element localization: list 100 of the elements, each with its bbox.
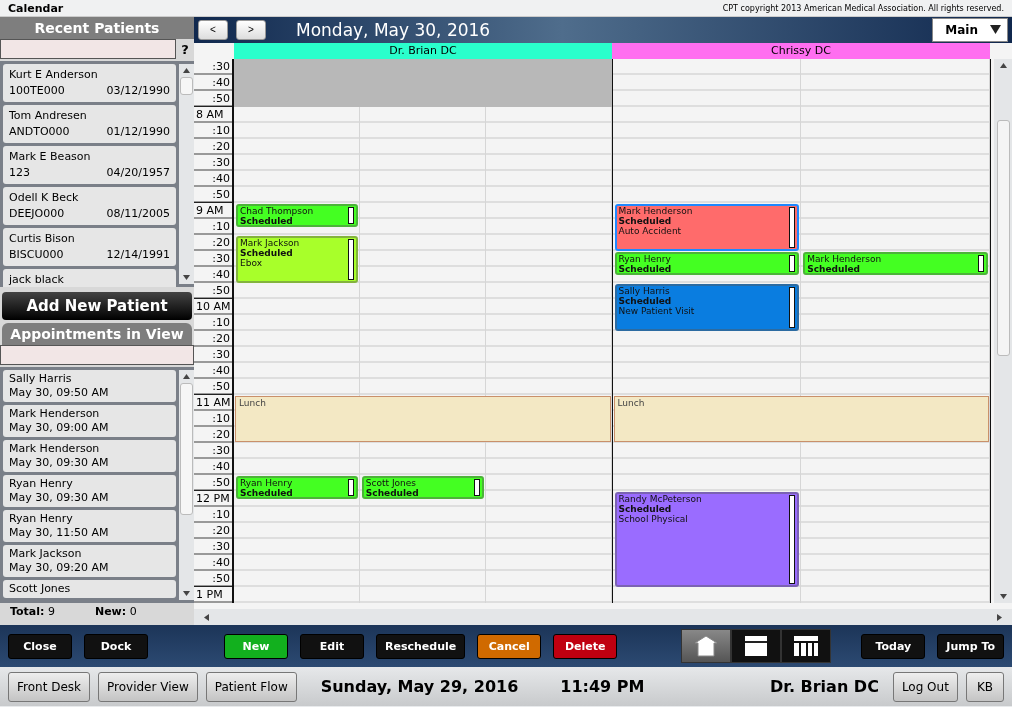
appointment-card[interactable]: Scott Jones [3, 580, 176, 598]
appointment-card[interactable]: Mark Henderson May 30, 09:30 AM [3, 440, 176, 472]
log-out-button[interactable]: Log Out [892, 671, 958, 702]
time-label: :30 [194, 155, 232, 172]
time-label: :30 [194, 539, 232, 556]
nav-button[interactable]: Provider View [98, 671, 198, 702]
scrollbar[interactable] [994, 59, 1012, 604]
time-label: 9 AM [194, 202, 232, 220]
toolbar-button[interactable]: Edit [300, 633, 364, 659]
appointment-block[interactable]: Scott Jones Scheduled [361, 476, 484, 500]
keyboard-button[interactable]: KB [965, 671, 1004, 702]
status-indicator [789, 255, 796, 273]
appointment-block[interactable]: Mark Henderson Scheduled Auto Accident [614, 204, 800, 252]
appointment-block[interactable]: Ryan Henry Scheduled [236, 476, 358, 500]
next-day-button[interactable]: > [236, 19, 266, 40]
nav-button[interactable]: Patient Flow [205, 671, 297, 702]
time-label: :50 [194, 91, 232, 108]
toolbar-button[interactable]: Jump To [937, 633, 1004, 659]
appointment-block[interactable]: Mark Jackson Scheduled Ebox [236, 236, 358, 284]
scroll-down-icon [999, 594, 1007, 600]
time-label: 12 PM [194, 490, 232, 508]
patient-card[interactable]: Odell K Beck DEEJO000 08/11/2005 [3, 187, 176, 225]
toolbar-button[interactable]: Close [8, 633, 72, 659]
toolbar-button[interactable]: Delete [553, 633, 618, 659]
current-date: Sunday, May 29, 2016 [320, 677, 519, 696]
time-label: :20 [194, 523, 232, 540]
scrollbar[interactable] [179, 370, 194, 600]
panel-header: Recent Patients [0, 17, 194, 39]
time-label: :50 [194, 379, 232, 396]
filter-field[interactable] [0, 345, 194, 365]
scroll-down-icon [183, 591, 190, 596]
status-indicator [347, 479, 354, 497]
time-label: :30 [194, 347, 232, 364]
status-indicator [347, 207, 354, 225]
time-label: :20 [194, 235, 232, 252]
patient-card[interactable]: jack black [3, 269, 176, 287]
time-label: :50 [194, 283, 232, 300]
patient-card[interactable]: Curtis Bison BISCU000 12/14/1991 [3, 228, 176, 266]
patient-card[interactable]: Mark E Beason 123 04/20/1957 [3, 146, 176, 184]
toolbar-button[interactable]: Cancel [477, 633, 542, 659]
toolbar-button[interactable]: Today [861, 633, 926, 659]
appointment-block[interactable]: Mark Henderson Scheduled [803, 252, 988, 276]
calendar-date: Monday, May 30, 2016 [296, 19, 491, 40]
time-label: :40 [194, 171, 232, 188]
scroll-up-icon [999, 63, 1007, 69]
scrollbar[interactable] [179, 64, 194, 284]
current-time: 11:49 PM [560, 677, 645, 696]
time-label: :50 [194, 187, 232, 204]
time-label: :40 [194, 267, 232, 284]
copyright-text: CPT copyright 2013 American Medical Association. All rights reserved. [722, 3, 1004, 13]
help-button[interactable]: ? [176, 39, 194, 59]
search-field[interactable] [0, 39, 176, 59]
scroll-thumb[interactable] [996, 120, 1010, 357]
scroll-thumb[interactable] [180, 77, 193, 95]
scroll-up-icon [183, 374, 190, 379]
time-label: :40 [194, 363, 232, 380]
status-indicator [789, 207, 796, 249]
patient-card[interactable]: Kurt E Anderson 100TE000 03/12/1990 [3, 64, 176, 102]
toolbar-button[interactable]: Reschedule [376, 633, 466, 659]
time-label: :20 [194, 331, 232, 348]
view-dropdown[interactable]: Main [932, 17, 1008, 42]
lunch-block: Lunch [235, 396, 611, 443]
total-count: Total: 9 [10, 605, 55, 618]
window-title: Calendar [8, 1, 64, 15]
appointment-card[interactable]: Sally Harris May 30, 09:50 AM [3, 370, 176, 402]
appointment-card[interactable]: Ryan Henry May 30, 09:30 AM [3, 475, 176, 507]
time-label: 1 PM [194, 586, 232, 604]
time-label: :50 [194, 571, 232, 588]
time-label: :10 [194, 507, 232, 524]
view-toggle[interactable] [681, 629, 732, 663]
time-label: :20 [194, 427, 232, 444]
patient-card[interactable]: Tom Andresen ANDTO000 01/12/1990 [3, 105, 176, 143]
horizontal-scrollbar[interactable] [194, 609, 1012, 625]
time-label: :40 [194, 75, 232, 92]
scroll-thumb[interactable] [180, 383, 193, 515]
appointment-block[interactable]: Sally Harris Scheduled New Patient Visit [614, 284, 800, 332]
time-label: :10 [194, 219, 232, 236]
scroll-up-icon [183, 68, 190, 73]
view-toggle[interactable] [781, 629, 832, 663]
appointment-card[interactable]: Mark Henderson May 30, 09:00 AM [3, 405, 176, 437]
appointment-block[interactable]: Randy McPeterson Scheduled School Physical [614, 492, 800, 588]
time-label: :40 [194, 555, 232, 572]
appointment-card[interactable]: Mark Jackson May 30, 09:20 AM [3, 545, 176, 577]
caret-icon [990, 24, 1001, 36]
appointment-card[interactable]: Ryan Henry May 30, 11:50 AM [3, 510, 176, 542]
week-view-icon [793, 635, 820, 657]
previous-day-button[interactable]: < [198, 19, 228, 40]
appointment-block[interactable]: Ryan Henry Scheduled [614, 252, 800, 276]
nav-button[interactable]: Front Desk [8, 671, 90, 702]
time-label: :30 [194, 443, 232, 460]
day-view-icon [744, 635, 769, 657]
lunch-block: Lunch [613, 396, 989, 443]
time-label: :10 [194, 315, 232, 332]
add-patient-button[interactable]: Add New Patient [2, 292, 192, 320]
toolbar-button[interactable]: Dock [84, 633, 148, 659]
status-indicator [473, 479, 480, 497]
appointment-block[interactable]: Chad Thompson Scheduled [236, 204, 358, 228]
view-toggle[interactable] [731, 629, 782, 663]
time-label: :20 [194, 139, 232, 156]
house-icon [694, 635, 719, 657]
